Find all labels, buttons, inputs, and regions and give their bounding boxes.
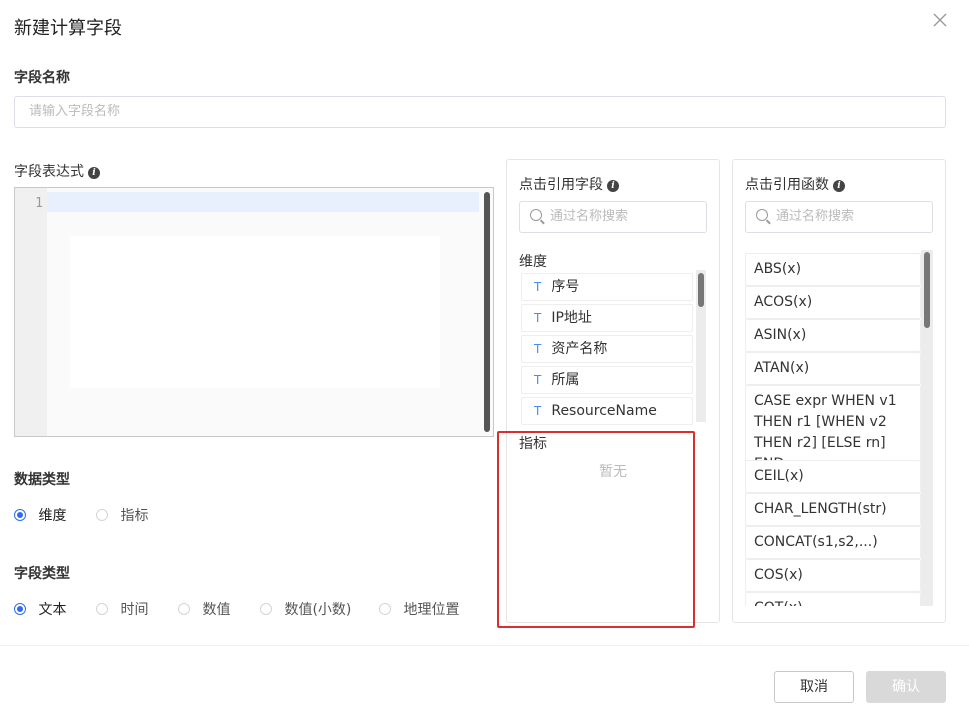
radio-unselected-icon[interactable] <box>96 509 108 521</box>
field-item-asset-name[interactable]: T 资产名称 <box>521 335 693 363</box>
function-list: ABS(x) ACOS(x) ASIN(x) ATAN(x) CASE expr… <box>744 250 922 606</box>
search-icon <box>756 209 768 221</box>
field-type-option-label: 地理位置 <box>403 602 460 618</box>
close-icon[interactable] <box>930 10 950 30</box>
info-icon: i <box>833 180 845 192</box>
text-type-icon: T <box>534 404 542 418</box>
field-item-label: 所属 <box>551 372 580 388</box>
highlight-box <box>497 431 695 628</box>
function-item[interactable]: CONCAT(s1,s2,...) <box>745 526 921 559</box>
field-name-placeholder: 请输入字段名称 <box>29 104 121 119</box>
function-scrollbar-thumb[interactable] <box>924 252 930 328</box>
field-item-resource-name[interactable]: T ResourceName <box>521 397 693 425</box>
radio-unselected-icon[interactable] <box>260 603 272 615</box>
function-search-placeholder: 通过名称搜索 <box>776 209 855 224</box>
editor-scrollbar[interactable] <box>484 192 490 432</box>
dimension-scrollbar-thumb[interactable] <box>698 273 704 307</box>
data-type-label: 数据类型 <box>14 472 70 488</box>
text-type-icon: T <box>534 280 542 294</box>
field-name-input[interactable]: 请输入字段名称 <box>14 96 946 128</box>
info-icon: i <box>88 167 100 179</box>
data-type-option-metric[interactable]: 指标 <box>96 505 148 525</box>
field-search-placeholder: 通过名称搜索 <box>550 209 629 224</box>
field-item-serial[interactable]: T 序号 <box>521 273 693 301</box>
function-reference-title-text: 点击引用函数 <box>745 177 829 193</box>
active-line[interactable] <box>47 192 479 212</box>
search-icon <box>530 209 542 221</box>
radio-selected-icon[interactable] <box>14 603 26 615</box>
function-item[interactable]: COS(x) <box>745 559 921 592</box>
field-type-option-text[interactable]: 文本 <box>14 599 66 619</box>
field-item-ip[interactable]: T IP地址 <box>521 304 693 332</box>
field-item-label: 序号 <box>551 279 580 295</box>
field-type-option-label: 时间 <box>120 602 149 618</box>
field-type-option-geo[interactable]: 地理位置 <box>379 599 459 619</box>
confirm-button[interactable]: 确认 <box>866 671 946 703</box>
function-item[interactable]: ATAN(x) <box>745 352 921 385</box>
text-type-icon: T <box>534 342 542 356</box>
field-type-option-time[interactable]: 时间 <box>96 599 148 619</box>
info-icon: i <box>607 180 619 192</box>
function-reference-title: 点击引用函数 i <box>745 174 845 194</box>
field-type-option-label: 文本 <box>38 602 67 618</box>
function-item[interactable]: ABS(x) <box>745 253 921 286</box>
field-type-label: 字段类型 <box>14 566 70 582</box>
editor-gutter <box>15 188 47 436</box>
function-item[interactable]: CEIL(x) <box>745 460 921 493</box>
field-reference-title-text: 点击引用字段 <box>519 177 603 193</box>
line-number: 1 <box>35 196 43 211</box>
data-type-option-label: 维度 <box>38 508 67 524</box>
text-type-icon: T <box>534 311 542 325</box>
dimension-group-label: 维度 <box>519 254 547 270</box>
radio-unselected-icon[interactable] <box>96 603 108 615</box>
radio-unselected-icon[interactable] <box>178 603 190 615</box>
text-type-icon: T <box>534 373 542 387</box>
function-search-input[interactable]: 通过名称搜索 <box>745 201 933 233</box>
expression-editor[interactable]: 1 <box>14 187 494 437</box>
field-search-input[interactable]: 通过名称搜索 <box>519 201 707 233</box>
field-item-owner[interactable]: T 所属 <box>521 366 693 394</box>
field-type-option-number[interactable]: 数值 <box>178 599 230 619</box>
field-type-option-label: 数值(小数) <box>284 602 352 618</box>
data-type-option-label: 指标 <box>120 508 149 524</box>
field-type-option-label: 数值 <box>202 602 231 618</box>
radio-selected-icon[interactable] <box>14 509 26 521</box>
data-type-option-dimension[interactable]: 维度 <box>14 505 66 525</box>
footer-divider <box>0 645 969 646</box>
expression-label-text: 字段表达式 <box>14 164 84 180</box>
function-item[interactable]: ACOS(x) <box>745 286 921 319</box>
field-type-option-decimal[interactable]: 数值(小数) <box>260 599 351 619</box>
dimension-scrollbar[interactable] <box>696 270 706 422</box>
field-item-label: IP地址 <box>551 310 592 326</box>
field-name-label: 字段名称 <box>14 70 70 86</box>
function-item[interactable]: COT(x) <box>745 592 921 606</box>
radio-unselected-icon[interactable] <box>379 603 391 615</box>
editor-content-area[interactable] <box>70 236 440 388</box>
cancel-button[interactable]: 取消 <box>774 671 854 703</box>
field-reference-title: 点击引用字段 i <box>519 174 619 194</box>
field-item-label: 资产名称 <box>551 341 608 357</box>
field-item-label: ResourceName <box>551 403 657 419</box>
expression-label: 字段表达式 i <box>14 161 100 181</box>
function-scrollbar[interactable] <box>921 250 933 606</box>
dialog-title: 新建计算字段 <box>14 18 122 39</box>
function-item[interactable]: ASIN(x) <box>745 319 921 352</box>
function-item[interactable]: CHAR_LENGTH(str) <box>745 493 921 526</box>
